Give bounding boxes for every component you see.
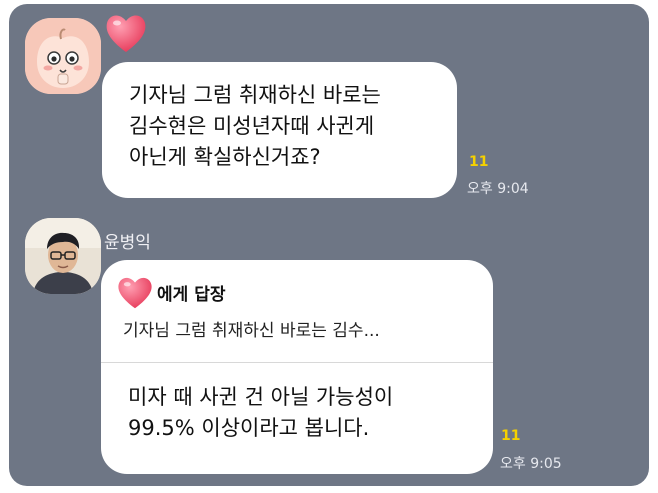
message-text: 기자님 그럼 취재하신 바로는 김수현은 미성년자때 사귄게 아닌게 확실하신거… <box>129 83 381 169</box>
reply-title: 에게 답장 <box>157 284 226 305</box>
peach-character-icon <box>25 18 101 94</box>
message-time: 오후 9:05 <box>500 456 562 472</box>
peach-character-avatar[interactable] <box>25 18 101 94</box>
chat-room: 기자님 그럼 취재하신 바로는 김수현은 미성년자때 사귄게 아닌게 확실하신거… <box>9 4 649 486</box>
reply-divider <box>101 362 493 363</box>
message-text: 미자 때 사귄 건 아닐 가능성이 99.5% 이상이라고 봅니다. <box>128 385 394 440</box>
message-bubble[interactable]: 기자님 그럼 취재하신 바로는 김수현은 미성년자때 사귄게 아닌게 확실하신거… <box>102 62 457 198</box>
reply-message-bubble[interactable]: 에게 답장 기자님 그럼 취재하신 바로는 김수... 미자 때 사귄 건 아닐… <box>101 260 493 474</box>
unread-count: 11 <box>469 154 489 170</box>
person-photo-avatar[interactable] <box>25 218 101 294</box>
unread-count: 11 <box>501 428 521 444</box>
person-icon <box>25 218 101 294</box>
message-time: 오후 9:04 <box>467 181 529 197</box>
sender-name: 윤병익 <box>104 233 151 253</box>
reply-quote-text: 기자님 그럼 취재하신 바로는 김수... <box>123 321 380 341</box>
heart-icon <box>118 277 152 309</box>
reply-header[interactable]: 에게 답장 <box>115 274 225 310</box>
heart-icon <box>103 10 149 56</box>
